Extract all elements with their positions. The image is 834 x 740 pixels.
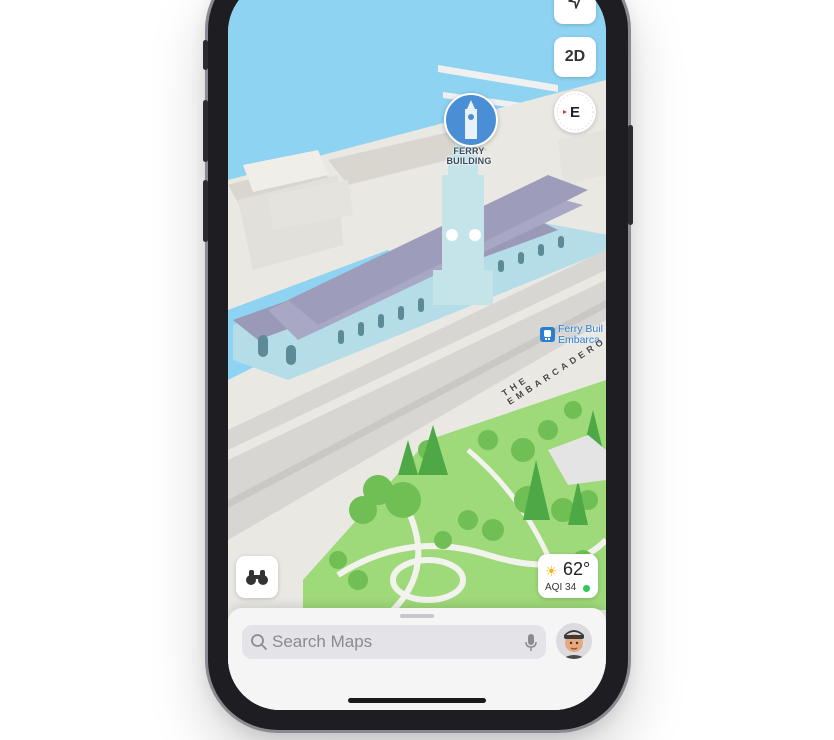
volume-up-button	[203, 100, 208, 162]
ferry-building-poi-marker[interactable]	[444, 93, 498, 147]
sun-icon: ☀	[545, 563, 558, 579]
home-indicator[interactable]	[348, 698, 486, 703]
location-button[interactable]	[554, 0, 596, 24]
search-input[interactable]	[272, 625, 502, 659]
compass-button[interactable]: E	[554, 91, 596, 133]
sheet-grabber-handle[interactable]	[400, 614, 434, 618]
power-button	[628, 125, 633, 225]
clock-tower-icon	[465, 100, 477, 139]
memoji-avatar-icon	[556, 623, 592, 659]
compass-heading: E	[569, 103, 580, 121]
weather-widget[interactable]: ☀ 62° AQI 34	[538, 554, 598, 598]
volume-down-button	[203, 180, 208, 242]
location-arrow-icon	[568, 0, 581, 9]
microphone-icon[interactable]	[524, 633, 538, 652]
poi-label: FERRY BUILDING	[446, 146, 492, 166]
air-quality-index: AQI 34	[545, 582, 577, 593]
map-3d-view[interactable]	[228, 0, 606, 710]
weather-temperature: 62°	[563, 559, 591, 579]
binoculars-icon	[246, 570, 268, 585]
aqi-status-dot	[583, 585, 590, 592]
ferry-transit-icon[interactable]	[540, 327, 555, 342]
profile-avatar[interactable]	[556, 623, 592, 659]
phone-screen: FERRY BUILDING Ferry Buil Embarca THE EM…	[228, 0, 606, 710]
view-mode-button[interactable]: 2D	[554, 37, 596, 77]
side-button-left-top	[203, 40, 208, 70]
look-around-button[interactable]	[236, 556, 278, 598]
bottom-sheet[interactable]	[228, 608, 606, 710]
search-icon	[251, 634, 267, 650]
search-bar[interactable]	[242, 625, 546, 659]
